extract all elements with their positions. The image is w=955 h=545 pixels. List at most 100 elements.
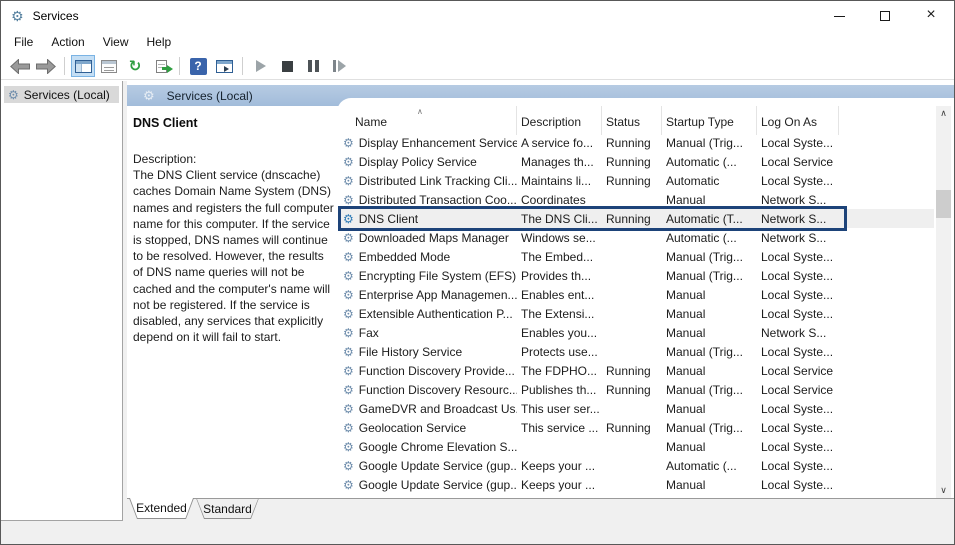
stop-service-button[interactable] [275,55,299,77]
table-row[interactable]: ⚙ Distributed Transaction Coo... Coordinat… [341,190,934,209]
table-row[interactable]: ⚙ Distributed Link Tracking Cli... Maintai… [341,171,934,190]
table-row[interactable]: ⚙ Geolocation Service This service ... Runn… [341,418,934,437]
service-name: Google Update Service (gup... [358,477,517,492]
service-description: Windows se... [521,230,596,245]
menu-help[interactable]: Help [138,33,181,51]
refresh-icon: ↻ [128,57,142,75]
service-gear-icon: ⚙ [343,306,354,321]
service-log-on-as: Local Syste... [761,249,834,264]
pause-service-button[interactable] [301,55,325,77]
table-row[interactable]: ⚙ Google Update Service (gup... Keeps your… [341,456,934,475]
services-app-icon: ⚙ [11,8,24,24]
refresh-button[interactable]: ↻ [123,55,147,77]
service-gear-icon: ⚙ [343,230,354,245]
services-gear-icon: ⚙ [8,87,19,102]
service-startup-type: Manual [666,192,706,207]
pause-service-icon [307,60,319,72]
service-description: Provides th... [521,268,592,283]
sort-ascending-icon: ∧ [417,107,423,116]
service-name-cell: ⚙ Display Policy Service [341,152,517,171]
extended-description-panel: DNS Client Description: The DNS Client s… [127,106,337,498]
table-row[interactable]: ⚙ Google Chrome Elevation S... Manual Local… [341,437,934,456]
table-row[interactable]: ⚙ Display Enhancement Service A service fo… [341,133,934,152]
help-button[interactable]: ? [186,55,210,77]
scroll-down-button[interactable]: ∨ [936,483,951,498]
table-row[interactable]: ⚙ Function Discovery Resourc... Publishes … [341,380,934,399]
service-startup-type: Manual (Trig... [666,135,743,150]
column-header-log-on-as[interactable]: Log On As [757,106,839,135]
service-status [602,399,662,418]
service-log-on-as: Local Syste... [761,477,834,492]
service-status [602,323,662,342]
vertical-scrollbar[interactable]: ∧ ∨ [936,106,951,498]
service-name-cell: ⚙ GameDVR and Broadcast Us... [341,399,517,418]
tab-extended[interactable]: Extended [129,498,194,519]
description-text: The DNS Client service (dnscache) caches… [133,168,334,345]
service-name-cell: ⚙ Function Discovery Provide... [341,361,517,380]
back-button[interactable] [8,55,32,77]
service-log-on-as: Local Syste... [761,135,834,150]
service-name: Display Enhancement Service [358,135,517,150]
table-row[interactable]: ⚙ GameDVR and Broadcast Us... This user se… [341,399,934,418]
services-window: ⚙ Services × File Action View Help ↻ ? ⚙… [0,0,955,545]
service-log-on-as: Local Syste... [761,268,834,283]
service-description: Protects use... [521,344,598,359]
service-name-cell: ⚙ Function Discovery Resourc... [341,380,517,399]
scroll-up-button[interactable]: ∧ [936,106,951,121]
service-log-on-as: Network S... [761,230,827,245]
column-header-description[interactable]: Description [517,106,602,135]
table-row[interactable]: ⚙ Fax Enables you... Manual Network S... [341,323,934,342]
service-status: Running [606,363,651,378]
back-icon [10,58,30,74]
table-row[interactable]: ⚙ Enterprise App Managemen... Enables ent.… [341,285,934,304]
minimize-button[interactable] [816,1,862,31]
show-console-tree-button[interactable] [71,55,95,77]
service-name-cell: ⚙ DNS Client [341,209,517,228]
service-name-cell: ⚙ Distributed Transaction Coo... [341,190,517,209]
properties-button[interactable] [97,55,121,77]
forward-button[interactable] [34,55,58,77]
panel-gear-icon: ⚙ [143,88,155,103]
service-status: Running [606,173,651,188]
column-header-name[interactable]: Name ∧ [341,106,517,135]
export-list-button[interactable] [149,55,173,77]
table-row[interactable]: ⚙ Embedded Mode The Embed... Manual (Trig..… [341,247,934,266]
tab-standard[interactable]: Standard [196,498,259,519]
tab-label: Standard [197,499,258,518]
table-row[interactable]: ⚙ Downloaded Maps Manager Windows se... Aut… [341,228,934,247]
service-name: Downloaded Maps Manager [358,230,509,245]
maximize-button[interactable] [862,1,908,31]
action-pane-icon [215,59,233,73]
restart-service-button[interactable] [327,55,351,77]
column-header-status[interactable]: Status [602,106,662,135]
tree-item-services-local[interactable]: ⚙ Services (Local) [4,86,119,103]
service-status [602,190,662,209]
table-row[interactable]: ⚙ Function Discovery Provide... The FDPHO.… [341,361,934,380]
show-action-pane-button[interactable] [212,55,236,77]
service-log-on-as: Local Service [761,154,834,169]
service-name: Google Update Service (gup... [358,458,517,473]
service-status: Running [606,382,651,397]
table-row[interactable]: ⚙ Extensible Authentication P... The Exten… [341,304,934,323]
menu-action[interactable]: Action [42,33,93,51]
service-gear-icon: ⚙ [343,325,354,340]
table-row[interactable]: ⚙ Google Update Service (gup... Keeps your… [341,475,934,494]
service-startup-type: Manual (Trig... [666,268,743,283]
table-row[interactable]: ⚙ Display Policy Service Manages th... Runn… [341,152,934,171]
table-row[interactable]: ⚙ Encrypting File System (EFS) Provides th… [341,266,934,285]
table-row[interactable]: ⚙ File History Service Protects use... Manu… [341,342,934,361]
start-service-button[interactable] [249,55,273,77]
scrollbar-thumb[interactable] [936,190,951,218]
close-button[interactable]: × [908,1,954,31]
toolbar-separator [242,57,243,75]
minimize-icon [833,15,845,17]
window-title: Services [32,9,79,23]
menu-file[interactable]: File [5,33,42,51]
table-row[interactable]: ⚙ DNS Client The DNS Cli... Running Automati… [341,209,934,228]
start-service-icon [256,60,266,72]
service-startup-type: Manual [666,325,706,340]
column-header-startup-type[interactable]: Startup Type [662,106,757,135]
service-gear-icon: ⚙ [343,363,354,378]
service-name-cell: ⚙ File History Service [341,342,517,361]
menu-view[interactable]: View [94,33,138,51]
